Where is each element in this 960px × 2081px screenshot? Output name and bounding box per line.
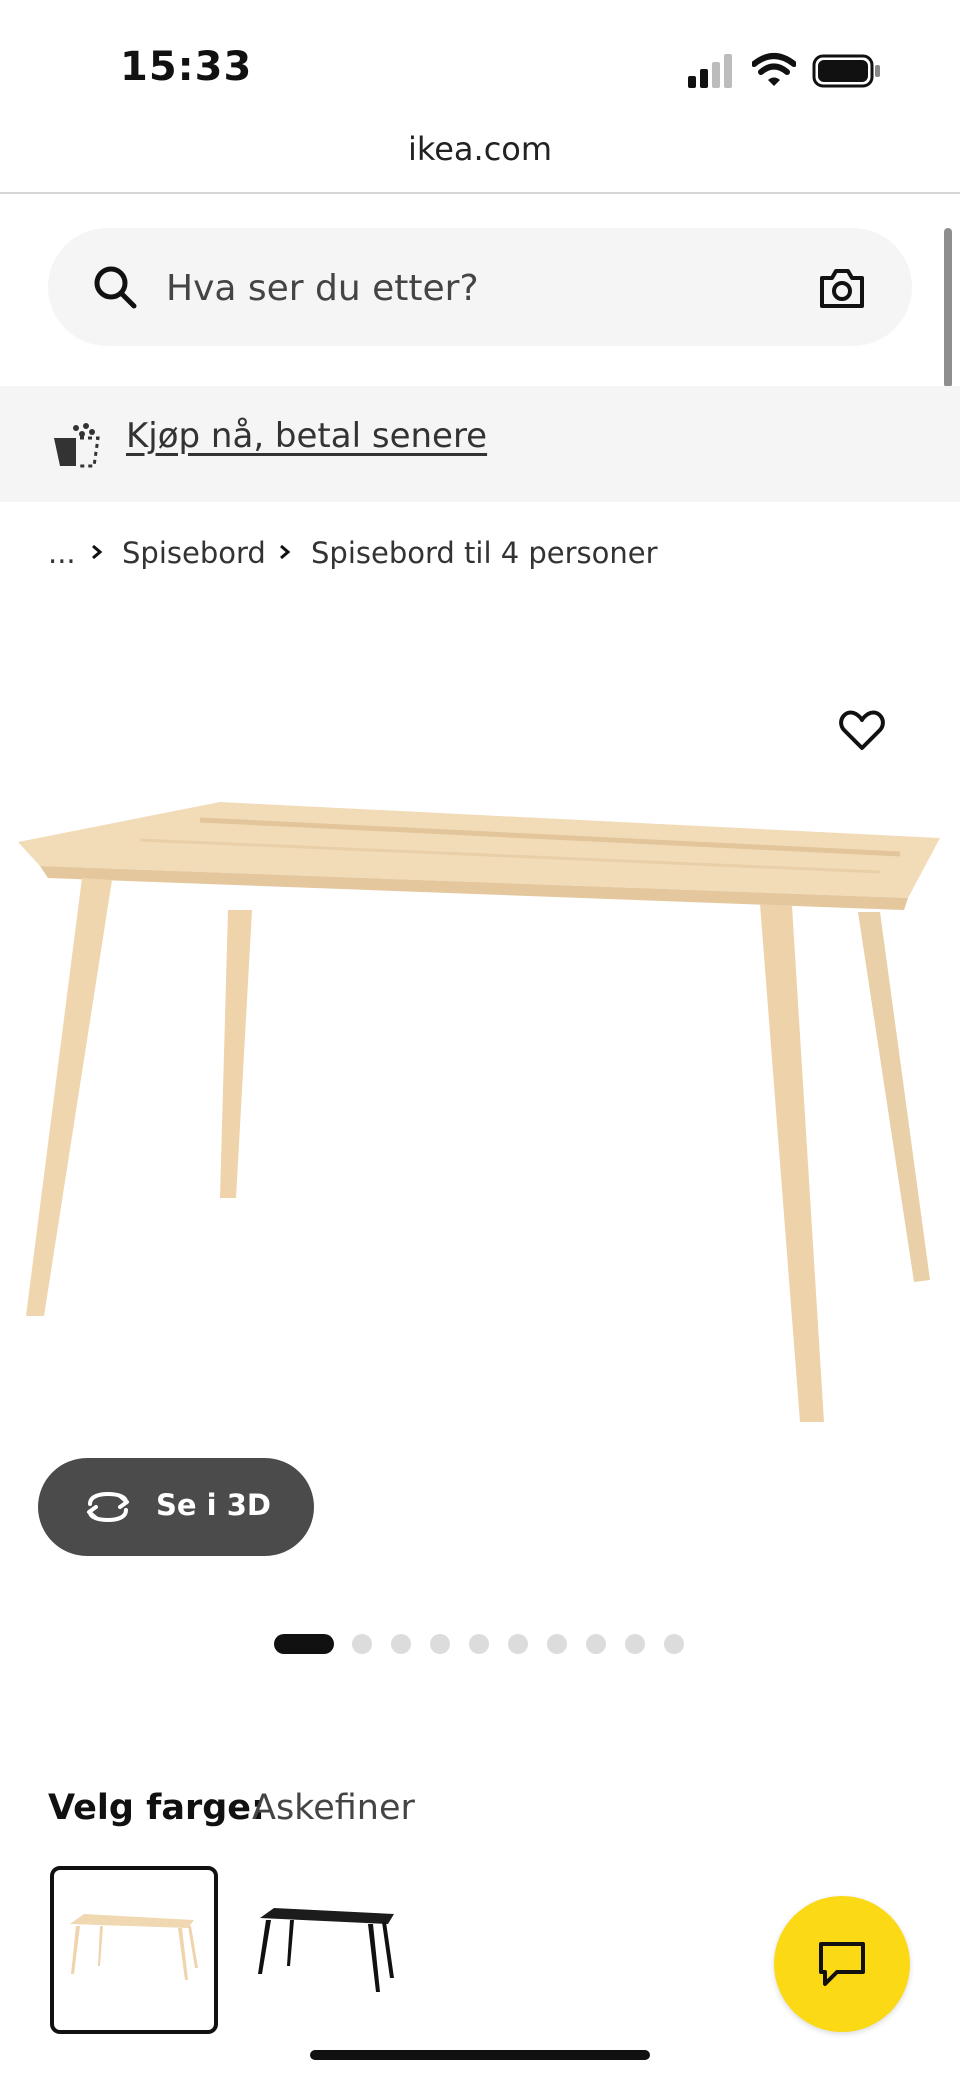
chevron-right-icon	[92, 544, 103, 560]
color-select-label: Velg farge:	[48, 1788, 266, 1828]
heart-icon[interactable]	[838, 708, 886, 752]
rotate-icon	[87, 1491, 129, 1523]
black-table-thumbnail	[258, 1908, 394, 1992]
carousel-dot[interactable]	[352, 1634, 372, 1654]
chevron-right-icon	[280, 544, 291, 560]
color-swatch-black[interactable]	[240, 1866, 408, 2034]
color-select-value: Askefiner	[252, 1788, 415, 1828]
product-image[interactable]	[0, 780, 960, 1460]
carousel-dot[interactable]	[586, 1634, 606, 1654]
color-swatch-ash-veneer[interactable]	[50, 1866, 218, 2034]
breadcrumb-item-spisebord[interactable]: Spisebord	[122, 536, 266, 570]
breadcrumb-ellipsis[interactable]: ...	[48, 536, 76, 570]
browser-bar-divider	[0, 192, 960, 194]
wifi-icon	[752, 53, 796, 86]
search-input[interactable]	[166, 256, 786, 320]
search-icon[interactable]	[92, 264, 138, 310]
home-indicator[interactable]	[310, 2050, 650, 2060]
browser-url[interactable]: ikea.com	[0, 130, 960, 168]
carousel-dot[interactable]	[625, 1634, 645, 1654]
status-time: 15:33	[120, 44, 253, 90]
cellular-signal-icon	[688, 54, 732, 88]
carousel-dot[interactable]	[469, 1634, 489, 1654]
basket-payment-icon	[54, 423, 100, 468]
scrollbar[interactable]	[944, 228, 952, 388]
buy-now-pay-later-link[interactable]: Kjøp nå, betal senere	[126, 416, 487, 456]
camera-icon[interactable]	[818, 266, 866, 310]
ash-table-thumbnail	[70, 1914, 198, 1980]
carousel-dot[interactable]	[391, 1634, 411, 1654]
carousel-dot-active[interactable]	[274, 1634, 334, 1654]
carousel-dot[interactable]	[547, 1634, 567, 1654]
battery-icon	[812, 54, 880, 88]
carousel-dot[interactable]	[430, 1634, 450, 1654]
carousel-dot[interactable]	[664, 1634, 684, 1654]
chat-icon	[819, 1942, 865, 1986]
view-in-3d-label: Se i 3D	[156, 1488, 271, 1522]
breadcrumb-item-current[interactable]: Spisebord til 4 personer	[311, 536, 658, 570]
carousel-dot[interactable]	[508, 1634, 528, 1654]
